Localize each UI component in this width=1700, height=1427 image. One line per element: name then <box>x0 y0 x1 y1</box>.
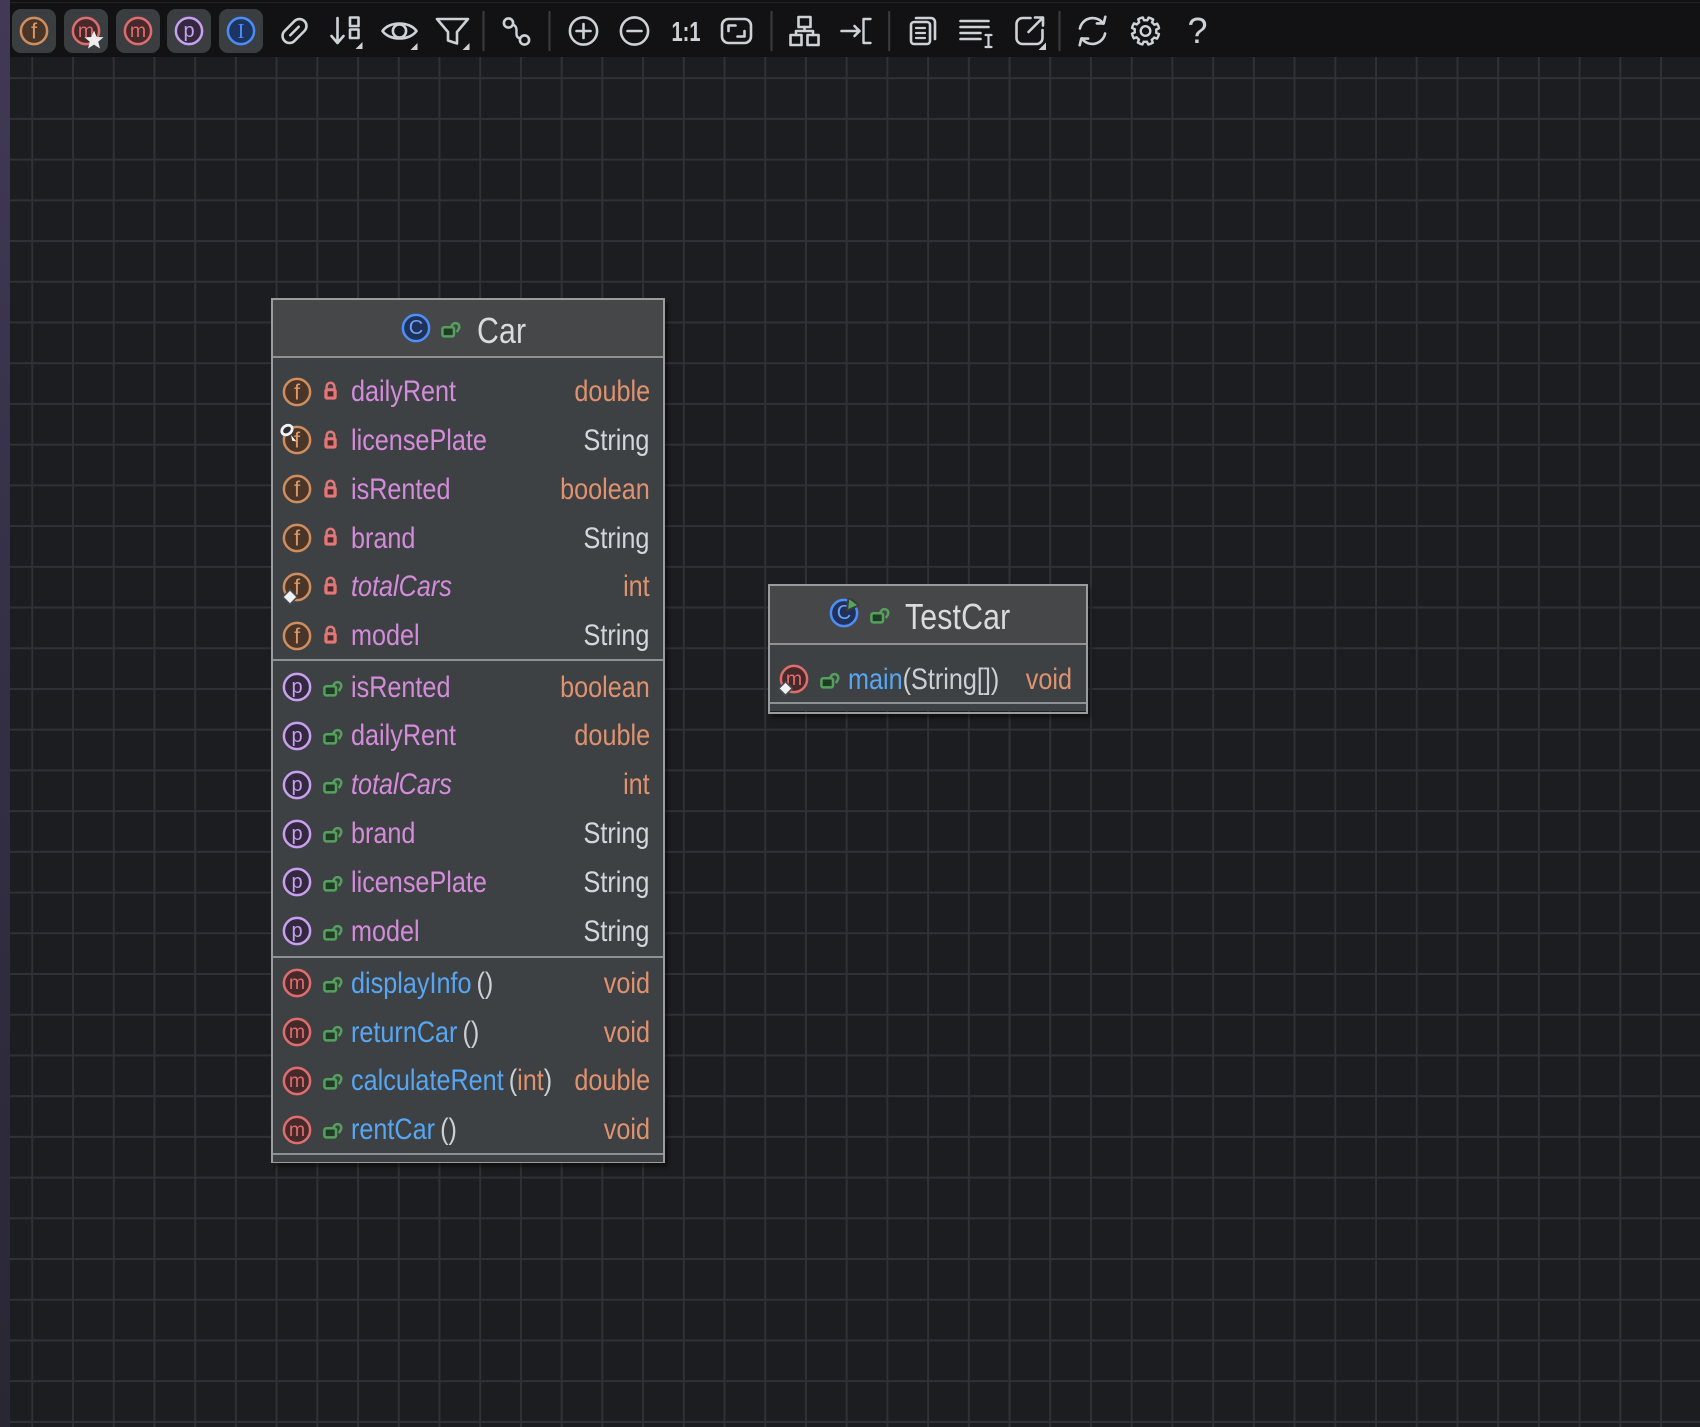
svg-text:C: C <box>409 317 423 339</box>
svg-text:p: p <box>291 920 302 942</box>
svg-text:m: m <box>289 1119 305 1141</box>
svg-text:p: p <box>291 823 302 845</box>
svg-text:f: f <box>294 623 301 648</box>
svg-text:p: p <box>291 774 302 796</box>
svg-text:p: p <box>291 676 302 698</box>
svg-text:f: f <box>294 526 301 551</box>
svg-text:m: m <box>289 972 305 994</box>
svg-text:m: m <box>289 1070 305 1092</box>
svg-text:f: f <box>294 477 301 502</box>
svg-text:p: p <box>291 871 302 893</box>
svg-text:m: m <box>289 1021 305 1043</box>
svg-text:f: f <box>294 379 301 404</box>
svg-text:?: ? <box>1187 10 1207 51</box>
svg-text:p: p <box>291 725 302 747</box>
svg-text:1:1: 1:1 <box>671 16 700 47</box>
